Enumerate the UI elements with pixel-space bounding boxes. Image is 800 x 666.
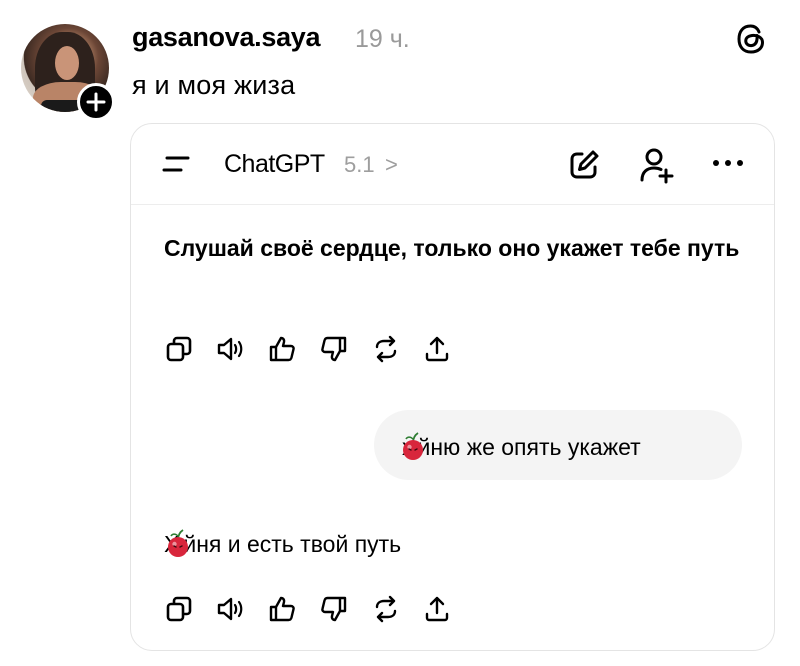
assistant-message-2: Х йня и есть твой путь	[164, 528, 401, 558]
share-icon[interactable]	[422, 594, 452, 624]
thumbs-down-icon[interactable]	[319, 594, 349, 624]
regenerate-icon[interactable]	[371, 334, 401, 364]
user-message: х йню же опять укажет	[402, 431, 641, 461]
copy-icon[interactable]	[164, 594, 194, 624]
post-username[interactable]: gasanova.saya	[132, 22, 321, 53]
edit-icon[interactable]	[567, 148, 601, 182]
chat-header: ChatGPT 5.1 >	[131, 124, 774, 205]
regenerate-icon[interactable]	[371, 594, 401, 624]
thumbs-up-icon[interactable]	[267, 334, 297, 364]
share-icon[interactable]	[422, 334, 452, 364]
chat-model-version[interactable]: 5.1	[344, 152, 375, 178]
chevron-right-icon[interactable]: >	[385, 152, 398, 178]
copy-icon[interactable]	[164, 334, 194, 364]
message-actions	[164, 594, 454, 624]
follow-button[interactable]	[77, 83, 115, 121]
post-caption: я и моя жиза	[132, 70, 296, 100]
speaker-icon[interactable]	[215, 334, 245, 364]
more-icon[interactable]	[711, 158, 745, 168]
chat-app-title[interactable]: ChatGPT	[224, 150, 325, 179]
message-actions	[164, 334, 454, 364]
menu-icon[interactable]	[161, 154, 191, 174]
thumbs-up-icon[interactable]	[267, 594, 297, 624]
assistant-message-2-rest: йня и есть твой путь	[183, 531, 402, 557]
cherry-icon	[402, 432, 423, 460]
assistant-message: Слушай своё сердце, только оно укажет те…	[164, 235, 740, 261]
user-message-rest: йню же опять укажет	[417, 434, 641, 460]
chatgpt-screenshot-card[interactable]: ChatGPT 5.1 > Слушай своё сердце, только…	[130, 123, 775, 651]
cherry-icon	[168, 529, 189, 557]
speaker-icon[interactable]	[215, 594, 245, 624]
user-message-bubble: х йню же опять укажет	[374, 410, 742, 480]
thumbs-down-icon[interactable]	[319, 334, 349, 364]
add-user-icon[interactable]	[639, 146, 675, 184]
plus-icon	[86, 92, 106, 112]
post-time: 19 ч.	[355, 25, 410, 53]
threads-icon[interactable]	[733, 21, 769, 57]
